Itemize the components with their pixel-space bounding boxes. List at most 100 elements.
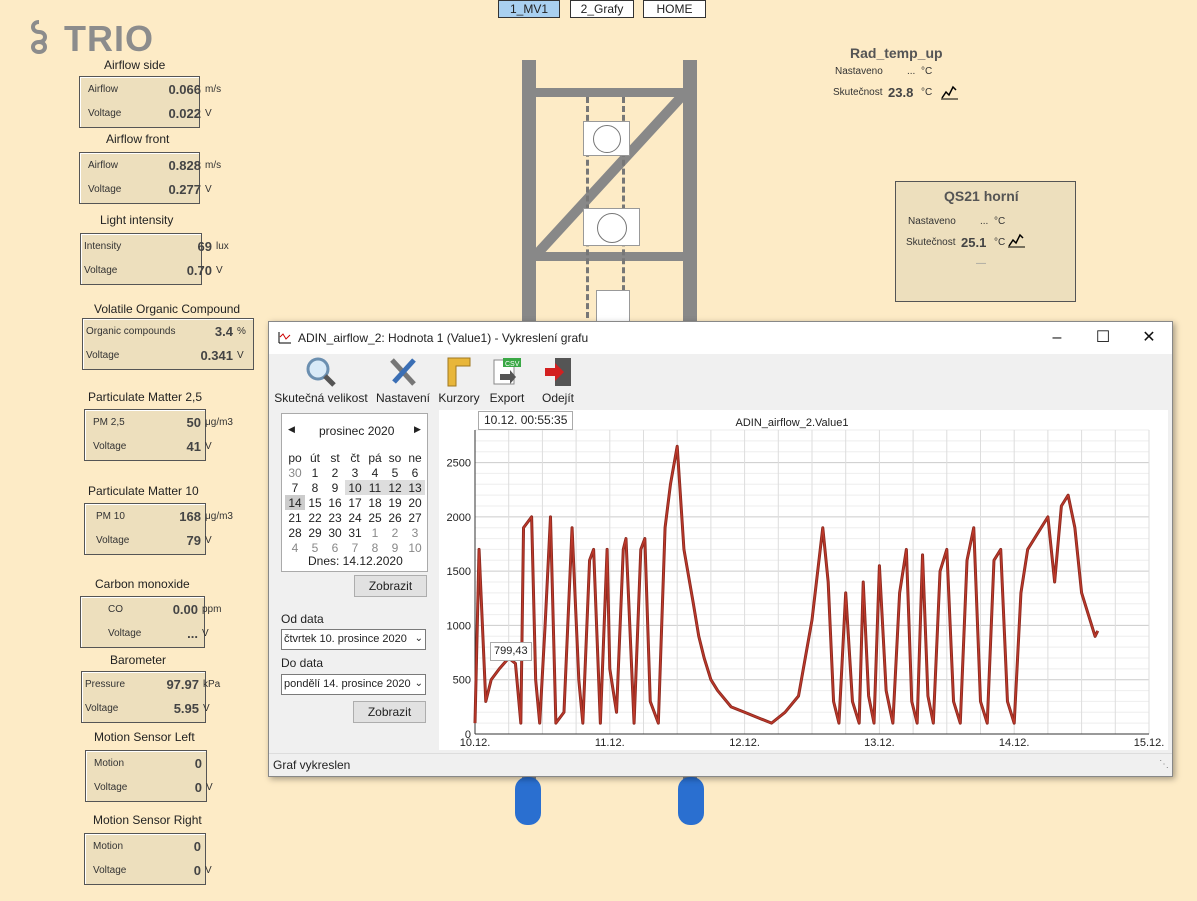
calendar-day[interactable]: 6 — [325, 540, 345, 555]
calendar-day[interactable]: 9 — [385, 540, 405, 555]
row-label: Voltage — [88, 108, 122, 119]
minimize-button[interactable]: – — [1034, 322, 1080, 354]
row-value: 0 — [194, 756, 202, 771]
calendar-day[interactable]: 7 — [345, 540, 365, 555]
row-unit: V — [205, 535, 212, 546]
calendar-day[interactable]: 21 — [285, 510, 305, 525]
actual-size-button[interactable]: Skutečná velikost — [273, 356, 369, 405]
show-button[interactable]: Zobrazit — [354, 575, 427, 597]
calendar-grid[interactable]: po út st čt pá so ne 30 1 2 3 4 5 6 7 8 9 10 11 12 13 14 15 16 1… — [285, 450, 425, 555]
series-line-shadow — [473, 444, 1100, 725]
calendar-day[interactable]: 20 — [405, 495, 425, 510]
close-button[interactable]: ✕ — [1126, 322, 1172, 354]
qs21-act-label: Skutečnost — [906, 237, 956, 248]
maximize-button[interactable]: ☐ — [1080, 322, 1126, 354]
calendar-day[interactable]: 26 — [385, 510, 405, 525]
calendar-next-icon[interactable]: ▶ — [414, 424, 421, 435]
tab-home[interactable]: HOME — [643, 0, 706, 18]
calendar-day[interactable]: 23 — [325, 510, 345, 525]
calendar-day[interactable]: 6 — [405, 465, 425, 480]
calendar-day-header: pá — [368, 450, 382, 465]
calendar-day[interactable]: 27 — [405, 510, 425, 525]
motion-right-panel: Motion 0 Voltage 0 V — [84, 833, 212, 885]
chart-svg[interactable]: ADIN_airflow_2.Value10500100015002000250… — [439, 410, 1168, 750]
calendar-day[interactable]: 1 — [305, 465, 325, 480]
row-label: PM 10 — [96, 511, 125, 522]
plot-area[interactable]: ADIN_airflow_2.Value1 0 500 1000 1500 2000 250… — [439, 410, 1168, 750]
to-date-label: Do data — [281, 656, 324, 670]
calendar-day[interactable]: 2 — [325, 465, 345, 480]
calendar-day[interactable]: 4 — [285, 540, 305, 555]
calendar-day[interactable]: 25 — [365, 510, 385, 525]
row-unit: kPa — [203, 679, 221, 690]
calendar-day[interactable]: 10 — [405, 540, 425, 555]
chart-icon[interactable] — [941, 84, 958, 100]
calendar-day[interactable]: 14 — [285, 495, 305, 510]
calendar-day[interactable]: 16 — [325, 495, 345, 510]
rad-temp-act-unit: °C — [921, 87, 933, 98]
row-label: Pressure — [85, 679, 126, 690]
calendar-day[interactable]: 9 — [325, 480, 345, 495]
calendar-day[interactable]: 7 — [285, 480, 305, 495]
calendar-day[interactable]: 3 — [405, 525, 425, 540]
row-unit: V — [237, 350, 244, 361]
show-button-2[interactable]: Zobrazit — [353, 701, 426, 723]
voltage-row: Voltage 79 V — [85, 531, 212, 553]
calendar-day[interactable]: 8 — [305, 480, 325, 495]
window-titlebar: ADIN_airflow_2: Hodnota 1 (Value1) - Vyk… — [269, 322, 1172, 354]
export-button[interactable]: CSV Export — [485, 356, 529, 405]
calendar-day[interactable]: 28 — [285, 525, 305, 540]
resize-grip-icon[interactable]: ⋱ — [1159, 754, 1169, 776]
row-value: 69 — [197, 239, 212, 254]
calendar-day[interactable]: 17 — [345, 495, 365, 510]
row-unit: % — [237, 326, 246, 337]
voltage-row: Voltage 0.70 V — [81, 261, 223, 283]
calendar-day[interactable]: 3 — [345, 465, 365, 480]
calendar-day[interactable]: 13 — [405, 480, 425, 495]
calendar-day[interactable]: 22 — [305, 510, 325, 525]
calendar-day[interactable]: 8 — [365, 540, 385, 555]
calendar-day[interactable]: 30 — [285, 465, 305, 480]
value-row: Intensity 69 lux — [81, 237, 229, 259]
row-label: Motion — [94, 758, 125, 769]
calendar-day[interactable]: 19 — [385, 495, 405, 510]
chart-icon[interactable] — [1008, 232, 1025, 248]
row-unit: V — [202, 628, 209, 639]
calendar-day[interactable]: 18 — [365, 495, 385, 510]
tab-1-mv1[interactable]: 1_MV1 — [498, 0, 560, 18]
row-label: Organic compounds — [86, 326, 176, 337]
row-label: Airflow — [88, 84, 119, 95]
calendar-day[interactable]: 2 — [385, 525, 405, 540]
calendar-day[interactable]: 29 — [305, 525, 325, 540]
logo-text: TRIO — [64, 18, 154, 59]
calendar-day[interactable]: 10 — [345, 480, 365, 495]
to-date-select[interactable]: pondělí 14. prosince 2020 ⌄ — [281, 674, 426, 695]
row-value: 0 — [194, 780, 202, 795]
calendar-day[interactable]: 5 — [385, 465, 405, 480]
value-row: CO 0.00 ppm — [81, 600, 221, 622]
from-date-select[interactable]: čtvrtek 10. prosince 2020 ⌄ — [281, 629, 426, 650]
cursors-button[interactable]: Kurzory — [437, 356, 481, 405]
row-value: 41 — [186, 439, 201, 454]
calendar-day[interactable]: 1 — [365, 525, 385, 540]
calendar-day[interactable]: 30 — [325, 525, 345, 540]
tab-2-grafy[interactable]: 2_Grafy — [570, 0, 634, 18]
calendar-day[interactable]: 12 — [385, 480, 405, 495]
rad-temp-set-label: Nastaveno — [835, 66, 883, 77]
calendar-day[interactable]: 24 — [345, 510, 365, 525]
row-value: 168 — [179, 509, 201, 524]
exit-button[interactable]: Odejít — [535, 356, 581, 405]
row-value: 5.95 — [173, 701, 199, 716]
calendar-day[interactable]: 11 — [365, 480, 385, 495]
calendar-month: prosinec 2020 — [319, 424, 395, 438]
row-label: Voltage — [96, 535, 130, 546]
calendar-day[interactable]: 31 — [345, 525, 365, 540]
calendar-prev-icon[interactable]: ◀ — [288, 424, 295, 435]
calendar-day[interactable]: 5 — [305, 540, 325, 555]
settings-button[interactable]: Nastavení — [375, 356, 431, 405]
calendar-day[interactable]: 4 — [365, 465, 385, 480]
calendar[interactable]: ◀ prosinec 2020 ▶ po út st čt pá so ne 30 1 2 3 4 5 6… — [281, 413, 428, 572]
calendar-today[interactable]: Dnes: 14.12.2020 — [308, 554, 403, 568]
calendar-day[interactable]: 15 — [305, 495, 325, 510]
voltage-row: Voltage 0.341 V — [83, 346, 253, 368]
